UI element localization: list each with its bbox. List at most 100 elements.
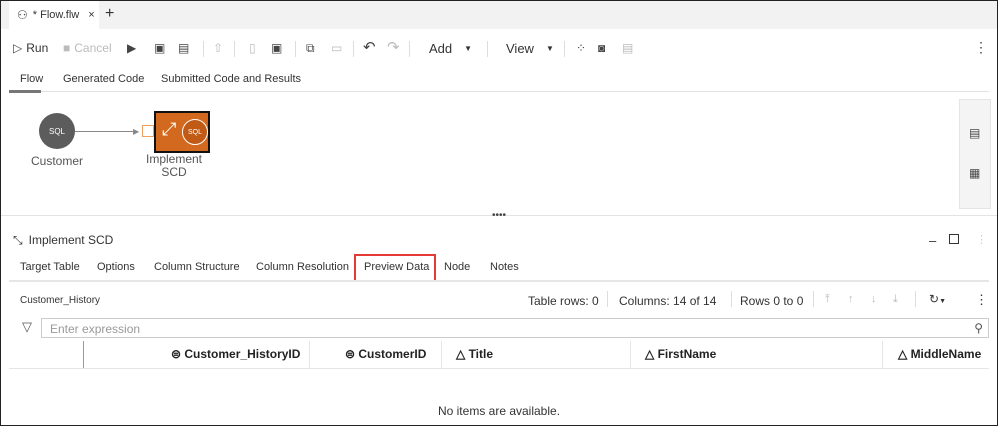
panel-icon[interactable]: ◙ bbox=[598, 41, 605, 55]
details-icon[interactable]: ▦ bbox=[969, 166, 980, 180]
divider bbox=[564, 41, 565, 57]
splitter-handle-icon[interactable]: •••• bbox=[492, 210, 506, 221]
divider bbox=[915, 291, 916, 307]
divider bbox=[9, 91, 989, 92]
column-header[interactable]: △ MiddleName bbox=[898, 347, 981, 361]
file-tab-bar: ⚇ * Flow.flw × + bbox=[1, 1, 997, 29]
minimize-icon[interactable]: – bbox=[929, 233, 936, 248]
header-label: CustomerID bbox=[358, 347, 427, 361]
right-side-panel: ▤ ▦ bbox=[959, 99, 991, 209]
implement-scd-label: Implement SCD bbox=[137, 153, 211, 179]
divider bbox=[813, 291, 814, 307]
divider bbox=[487, 41, 488, 57]
first-page-icon[interactable]: ⤒ bbox=[825, 293, 830, 306]
divider bbox=[203, 41, 204, 57]
input-port[interactable] bbox=[142, 125, 154, 137]
column-header[interactable]: △ FirstName bbox=[645, 347, 716, 361]
divider bbox=[353, 41, 354, 57]
connector-line bbox=[75, 131, 137, 132]
redo-icon[interactable]: ↷ bbox=[387, 38, 400, 56]
run-button[interactable]: ▷ Run bbox=[13, 41, 48, 55]
maximize-icon[interactable] bbox=[949, 234, 959, 244]
tab-flow[interactable]: Flow bbox=[20, 73, 43, 85]
run-label: Run bbox=[26, 41, 49, 55]
table-name: Customer_History bbox=[20, 295, 101, 306]
scd-icon: ⤡ bbox=[13, 233, 23, 247]
more-icon[interactable]: ⋮ bbox=[976, 233, 987, 246]
table-sql-icon: SQL bbox=[48, 126, 65, 136]
cancel-label: Cancel bbox=[74, 41, 112, 55]
header-label: Customer_HistoryID bbox=[184, 347, 301, 361]
copy-icon[interactable]: ⧉ bbox=[306, 41, 315, 56]
document-icon[interactable]: ▯ bbox=[249, 41, 256, 55]
filter-input[interactable]: Enter expression ⚲ bbox=[41, 318, 989, 338]
new-tab-button[interactable]: + bbox=[105, 5, 114, 23]
run-icon: ▷ bbox=[13, 41, 23, 55]
file-tab[interactable]: ⚇ * Flow.flw × bbox=[9, 1, 99, 29]
implement-scd-node[interactable]: ⤢ SQL bbox=[154, 111, 210, 153]
customer-node-label: Customer bbox=[30, 154, 83, 168]
tab-notes[interactable]: Notes bbox=[490, 261, 519, 273]
column-header[interactable]: △ Title bbox=[456, 347, 493, 361]
panel-header: ⤡ Implement SCD bbox=[13, 233, 113, 248]
next-page-icon[interactable]: ↓ bbox=[871, 293, 877, 305]
prev-page-icon[interactable]: ↑ bbox=[848, 293, 854, 305]
filter-placeholder: Enter expression bbox=[50, 322, 141, 336]
upload-icon[interactable]: ⇧ bbox=[213, 41, 223, 55]
divider bbox=[731, 291, 732, 307]
active-tab-indicator bbox=[9, 90, 41, 93]
column-header[interactable]: ⊜ Customer_HistoryID bbox=[171, 347, 300, 361]
table-rows: Table rows: 0 bbox=[528, 294, 599, 308]
column-header[interactable]: ⊜ CustomerID bbox=[345, 347, 426, 361]
view-menu[interactable]: View ▼ bbox=[506, 41, 554, 56]
rows-range: Rows 0 to 0 bbox=[740, 294, 804, 308]
flow-icon: ⚇ bbox=[17, 8, 28, 22]
run-to-icon[interactable]: ▤ bbox=[178, 41, 189, 55]
tab-column-resolution[interactable]: Column Resolution bbox=[256, 261, 349, 273]
more-icon[interactable]: ⋮ bbox=[975, 292, 988, 308]
chevron-down-icon: ▼ bbox=[545, 44, 554, 53]
properties-icon[interactable]: ▤ bbox=[969, 126, 980, 140]
divider bbox=[882, 341, 883, 368]
stop-icon: ■ bbox=[63, 41, 71, 55]
file-tab-title: * Flow.flw bbox=[32, 9, 80, 21]
header-label: Title bbox=[468, 347, 494, 361]
panel-title: Implement SCD bbox=[28, 233, 114, 247]
columns-count[interactable]: Columns: 14 of 14 bbox=[619, 294, 716, 308]
paste-icon[interactable]: ▭ bbox=[331, 41, 342, 55]
add-label: Add bbox=[429, 41, 453, 56]
empty-message: No items are available. bbox=[437, 404, 561, 418]
header-label: FirstName bbox=[657, 347, 717, 361]
tab-target-table[interactable]: Target Table bbox=[20, 261, 80, 273]
divider bbox=[9, 280, 989, 282]
divider bbox=[409, 41, 410, 57]
header-label: MiddleName bbox=[910, 347, 982, 361]
undo-icon[interactable]: ↶ bbox=[363, 38, 376, 56]
chevron-down-icon: ▼ bbox=[464, 44, 473, 53]
run-from-icon[interactable]: ▣ bbox=[154, 41, 165, 55]
tab-submitted-code[interactable]: Submitted Code and Results bbox=[161, 73, 301, 85]
tab-options[interactable]: Options bbox=[97, 261, 135, 273]
search-icon[interactable]: ⚲ bbox=[974, 321, 983, 335]
divider bbox=[630, 341, 631, 368]
arrow-icon: ▶ bbox=[133, 127, 140, 136]
tab-generated-code[interactable]: Generated Code bbox=[63, 73, 144, 85]
highlight-box bbox=[354, 254, 436, 282]
tab-node[interactable]: Node bbox=[444, 261, 470, 273]
more-icon[interactable]: ⋮ bbox=[974, 39, 988, 56]
run-node-icon[interactable]: ▶ bbox=[127, 41, 136, 55]
divider bbox=[309, 341, 310, 368]
layout-icon[interactable]: ⁘ bbox=[576, 41, 586, 55]
filter-icon[interactable]: ▽ bbox=[22, 319, 32, 335]
last-page-icon[interactable]: ⤓ bbox=[893, 293, 898, 306]
refresh-icon[interactable]: ↻▼ bbox=[929, 292, 946, 306]
add-menu[interactable]: Add ▼ bbox=[429, 41, 472, 56]
close-tab-icon[interactable]: × bbox=[88, 9, 94, 21]
cancel-button[interactable]: ■ Cancel bbox=[63, 41, 112, 55]
customer-node[interactable]: SQL bbox=[39, 113, 75, 149]
divider bbox=[234, 41, 235, 57]
row-header-divider bbox=[83, 341, 84, 368]
split-icon[interactable]: ▤ bbox=[622, 41, 633, 55]
tab-column-structure[interactable]: Column Structure bbox=[154, 261, 240, 273]
save-icon[interactable]: ▣ bbox=[271, 41, 282, 55]
